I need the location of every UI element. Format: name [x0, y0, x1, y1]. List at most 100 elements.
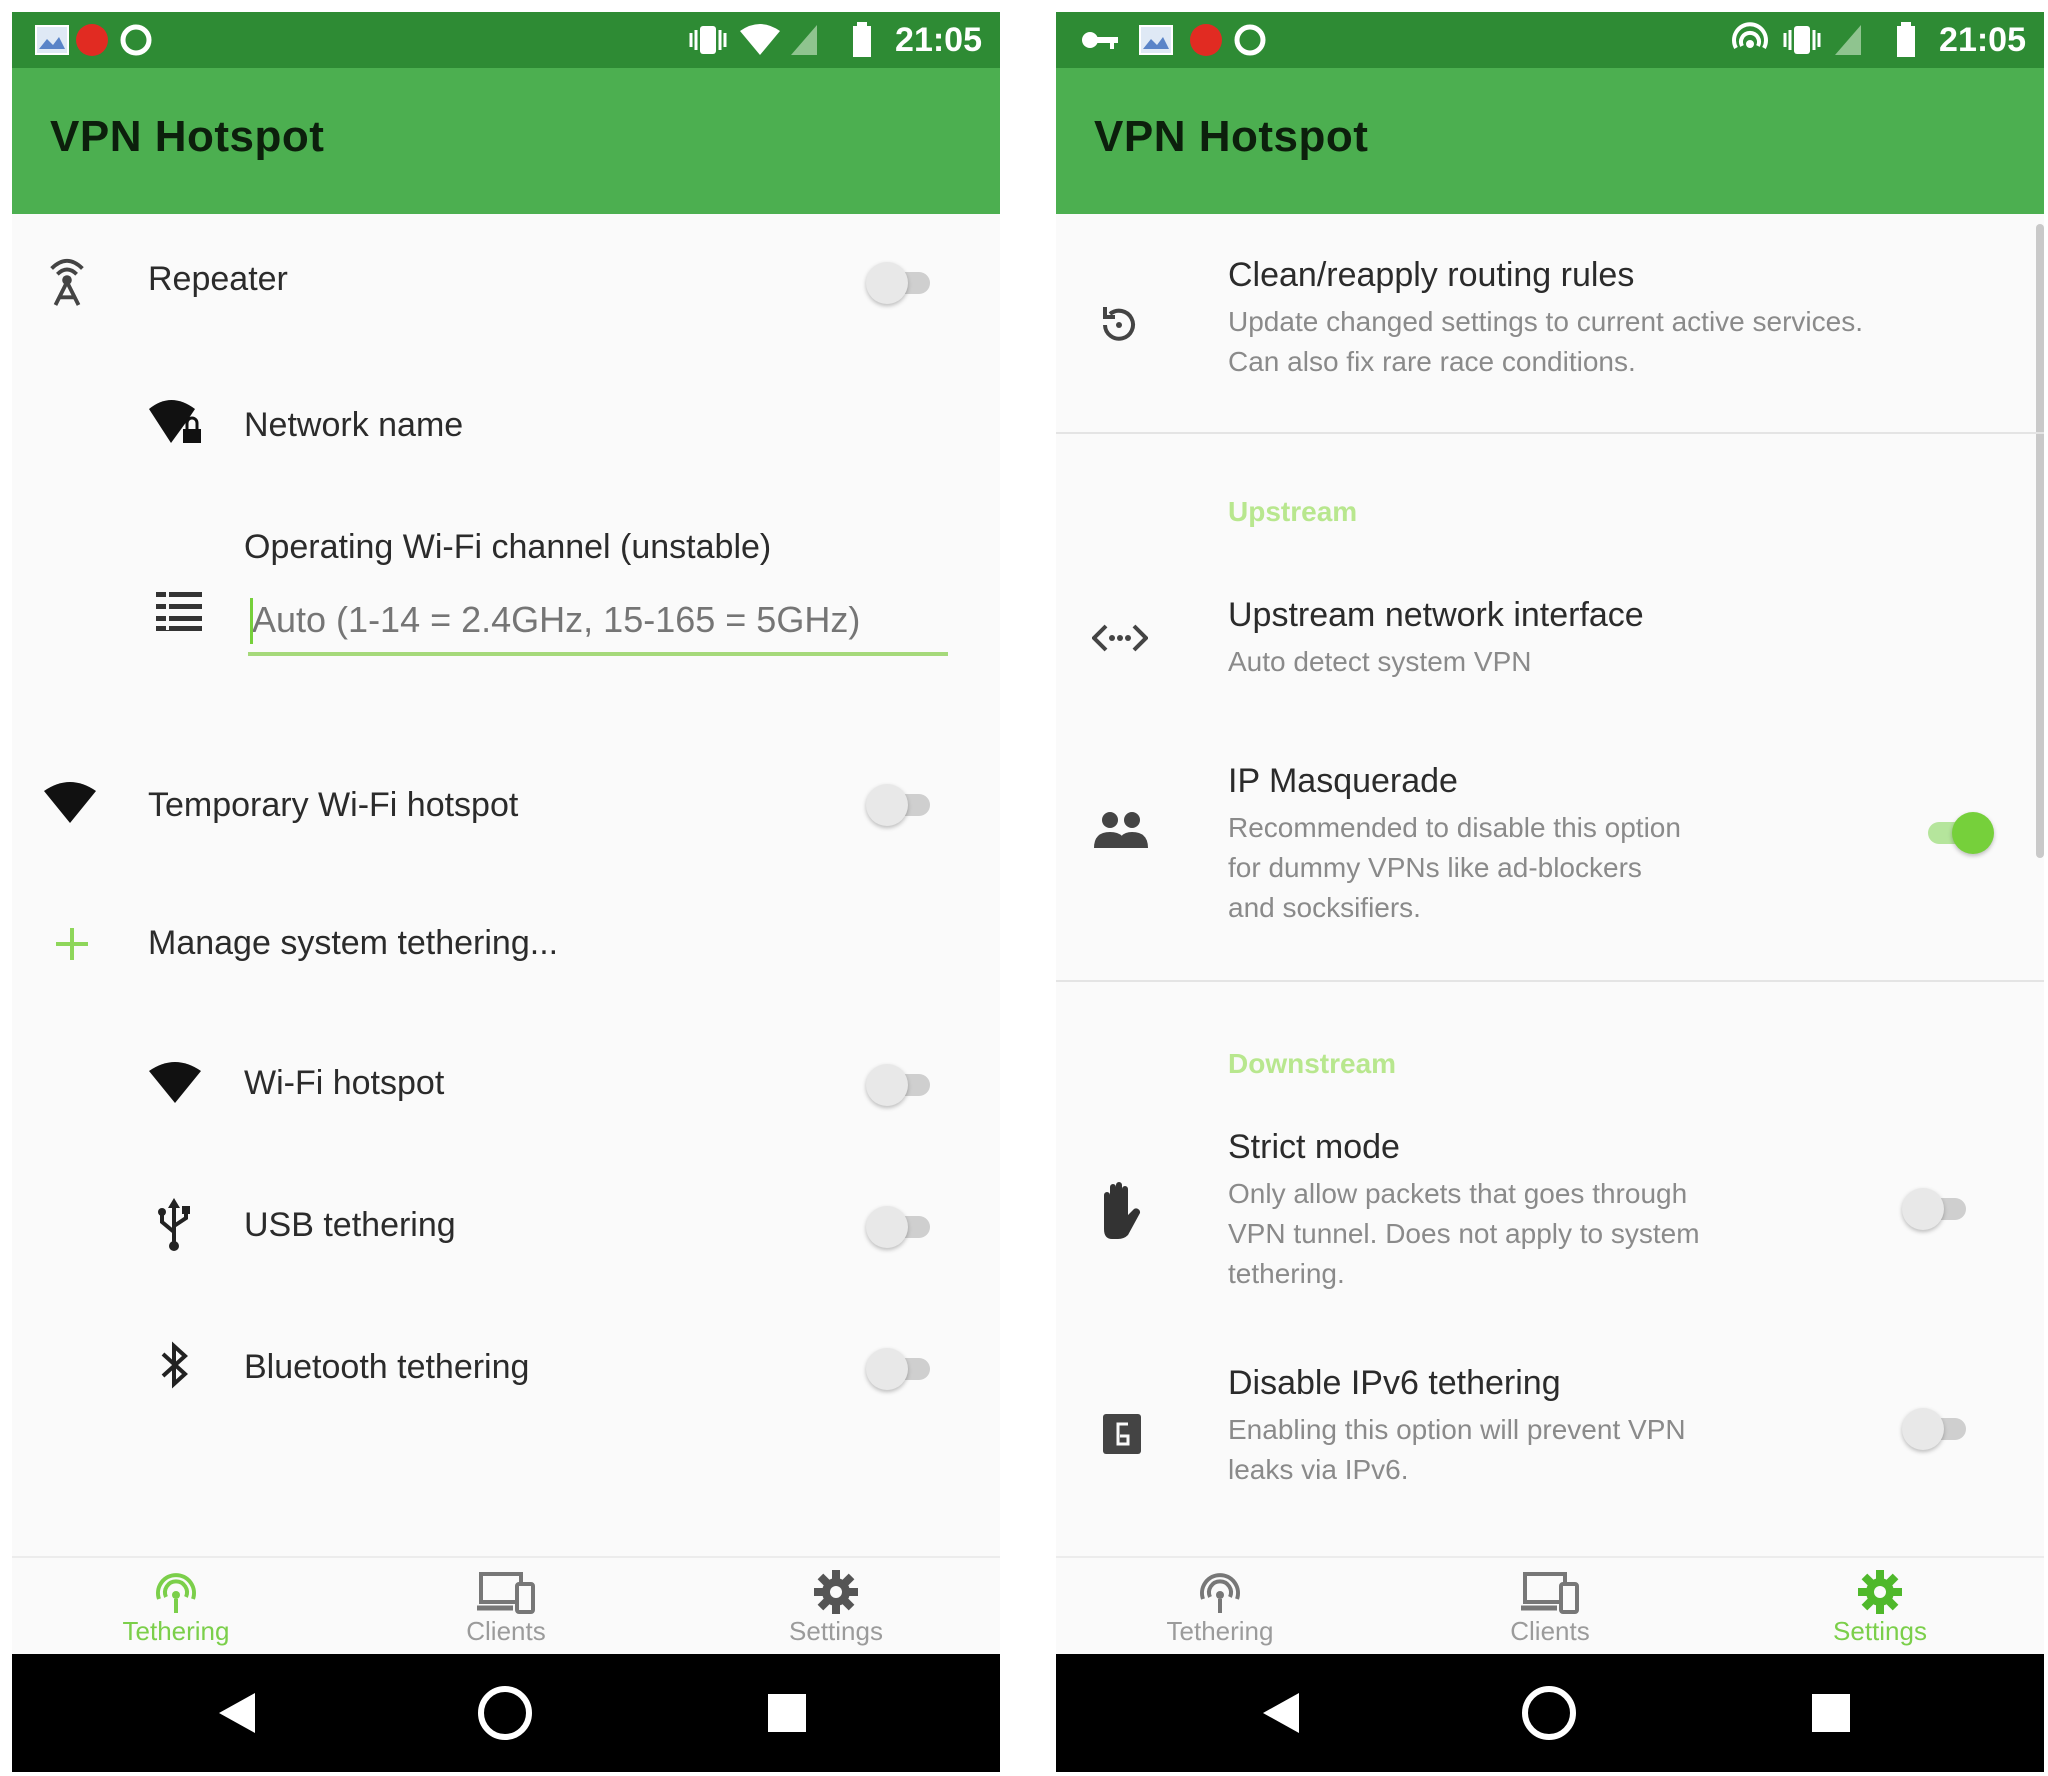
tethering-list: Repeater Network name Operating Wi-Fi ch… — [12, 214, 1000, 1558]
disable-ipv6-row[interactable]: Disable IPv6 tethering Enabling this opt… — [1056, 1354, 2044, 1554]
hotspot-status-icon — [1728, 20, 1772, 60]
strict-mode-label: Strict mode — [1228, 1128, 1400, 1166]
wifi-hotspot-row[interactable]: Wi-Fi hotspot — [12, 1014, 1000, 1154]
category-downstream: Downstream — [1228, 1048, 1397, 1079]
bluetooth-tethering-label: Bluetooth tethering — [244, 1348, 530, 1386]
settings-list: Clean/reapply routing rules Update chang… — [1056, 214, 2044, 1558]
tab-settings-label: Settings — [789, 1616, 883, 1646]
wifi-signal-icon — [738, 20, 782, 60]
manage-tethering-label: Manage system tethering... — [148, 924, 559, 962]
home-button[interactable] — [470, 1678, 540, 1748]
strict-mode-summary-line-3: tethering. — [1228, 1258, 1345, 1289]
temporary-hotspot-label: Temporary Wi-Fi hotspot — [148, 786, 519, 824]
record-notification-icon — [72, 20, 112, 60]
status-bar: 21:05 — [1056, 12, 2044, 68]
repeater-row[interactable]: Repeater — [12, 214, 1000, 354]
tab-settings[interactable]: Settings — [736, 1558, 936, 1654]
clock: 21:05 — [1939, 21, 2026, 59]
clean-routing-label: Clean/reapply routing rules — [1228, 256, 1635, 294]
battery-icon — [1892, 20, 1920, 60]
tab-clients[interactable]: Clients — [1450, 1558, 1650, 1654]
upstream-interface-label: Upstream network interface — [1228, 596, 1644, 634]
clock: 21:05 — [895, 21, 982, 59]
bluetooth-tethering-switch[interactable] — [866, 1348, 936, 1390]
tab-tethering[interactable]: Tethering — [1120, 1558, 1320, 1654]
recents-button[interactable] — [752, 1678, 822, 1748]
circle-notification-icon — [116, 20, 156, 60]
strict-mode-row[interactable]: Strict mode Only allow packets that goes… — [1056, 1104, 2044, 1334]
strict-mode-summary-line-2: VPN tunnel. Does not apply to system — [1228, 1218, 1700, 1249]
repeater-switch[interactable] — [866, 262, 936, 304]
disable-ipv6-switch[interactable] — [1902, 1408, 1972, 1450]
disable-ipv6-label: Disable IPv6 tethering — [1228, 1364, 1561, 1402]
usb-tethering-row[interactable]: USB tethering — [12, 1154, 1000, 1294]
repeater-label: Repeater — [148, 260, 288, 298]
usb-tethering-label: USB tethering — [244, 1206, 456, 1244]
bottom-navigation: Tethering Clients Settings — [12, 1556, 1000, 1654]
bluetooth-tethering-row[interactable]: Bluetooth tethering — [12, 1294, 1000, 1434]
system-navigation-bar — [1056, 1654, 2044, 1772]
upstream-interface-row[interactable]: Upstream network interface Auto detect s… — [1056, 560, 2044, 710]
ipv6-icon — [1100, 1410, 1144, 1458]
system-navigation-bar — [12, 1654, 1000, 1772]
clean-routing-row[interactable]: Clean/reapply routing rules Update chang… — [1056, 214, 2044, 434]
back-button[interactable] — [1246, 1678, 1316, 1748]
code-arrows-icon — [1092, 618, 1148, 658]
divider — [1056, 432, 2044, 434]
antenna-icon — [42, 254, 92, 308]
image-notification-icon — [1136, 20, 1176, 60]
strict-mode-summary-line-1: Only allow packets that goes through — [1228, 1178, 1688, 1209]
wifi-hotspot-switch[interactable] — [866, 1064, 936, 1106]
strict-mode-switch[interactable] — [1902, 1188, 1972, 1230]
hand-icon — [1092, 1180, 1148, 1242]
tab-clients[interactable]: Clients — [406, 1558, 606, 1654]
text-caret — [250, 598, 253, 644]
channel-field[interactable] — [248, 592, 948, 656]
tab-tethering-label: Tethering — [122, 1616, 230, 1646]
ip-masquerade-summary-line-3: and socksifiers. — [1228, 892, 1421, 923]
devices-icon — [476, 1568, 536, 1616]
network-name-label: Network name — [244, 406, 464, 444]
ip-masquerade-summary-line-2: for dummy VPNs like ad-blockers — [1228, 852, 1642, 883]
key-notification-icon — [1078, 20, 1122, 60]
ip-masquerade-switch[interactable] — [1922, 812, 1994, 854]
ip-masquerade-label: IP Masquerade — [1228, 762, 1458, 800]
tab-tethering[interactable]: Tethering — [76, 1558, 276, 1654]
network-name-row[interactable]: Network name — [12, 354, 1000, 494]
image-notification-icon — [32, 20, 72, 60]
vibrate-icon — [686, 20, 730, 60]
channel-label: Operating Wi-Fi channel (unstable) — [244, 528, 772, 566]
temporary-hotspot-switch[interactable] — [866, 784, 936, 826]
manage-tethering-row[interactable]: Manage system tethering... — [12, 874, 1000, 1014]
bluetooth-icon — [158, 1340, 192, 1390]
recents-button[interactable] — [1796, 1678, 1866, 1748]
tethering-icon — [1190, 1568, 1250, 1616]
clean-routing-summary-line-2: Can also fix rare race conditions. — [1228, 346, 1636, 377]
upstream-interface-summary: Auto detect system VPN — [1228, 646, 1532, 677]
gear-icon — [1850, 1568, 1910, 1616]
tab-settings[interactable]: Settings — [1780, 1558, 1980, 1654]
channel-input[interactable] — [248, 592, 932, 648]
category-upstream: Upstream — [1228, 496, 1358, 527]
phone-screen-tethering: 21:05 VPN Hotspot Repeater Network name … — [12, 12, 1000, 1772]
list-icon — [152, 586, 206, 634]
temporary-hotspot-row[interactable]: Temporary Wi-Fi hotspot — [12, 734, 1000, 874]
disable-ipv6-summary-line-2: leaks via IPv6. — [1228, 1454, 1409, 1485]
app-title: VPN Hotspot — [1094, 112, 1369, 161]
battery-icon — [848, 20, 876, 60]
tab-clients-label: Clients — [1510, 1616, 1590, 1646]
bottom-navigation: Tethering Clients Settings — [1056, 1556, 2044, 1654]
cell-signal-icon — [788, 20, 820, 60]
usb-tethering-switch[interactable] — [866, 1206, 936, 1248]
app-bar: VPN Hotspot — [1056, 68, 2044, 214]
back-button[interactable] — [202, 1678, 272, 1748]
ip-masquerade-row[interactable]: IP Masquerade Recommended to disable thi… — [1056, 730, 2044, 948]
app-bar: VPN Hotspot — [12, 68, 1000, 214]
tab-clients-label: Clients — [466, 1616, 546, 1646]
home-button[interactable] — [1514, 1678, 1584, 1748]
wifi-icon — [148, 1060, 202, 1106]
gear-icon — [806, 1568, 866, 1616]
cell-signal-icon — [1832, 20, 1864, 60]
plus-icon — [52, 924, 92, 964]
devices-icon — [1520, 1568, 1580, 1616]
